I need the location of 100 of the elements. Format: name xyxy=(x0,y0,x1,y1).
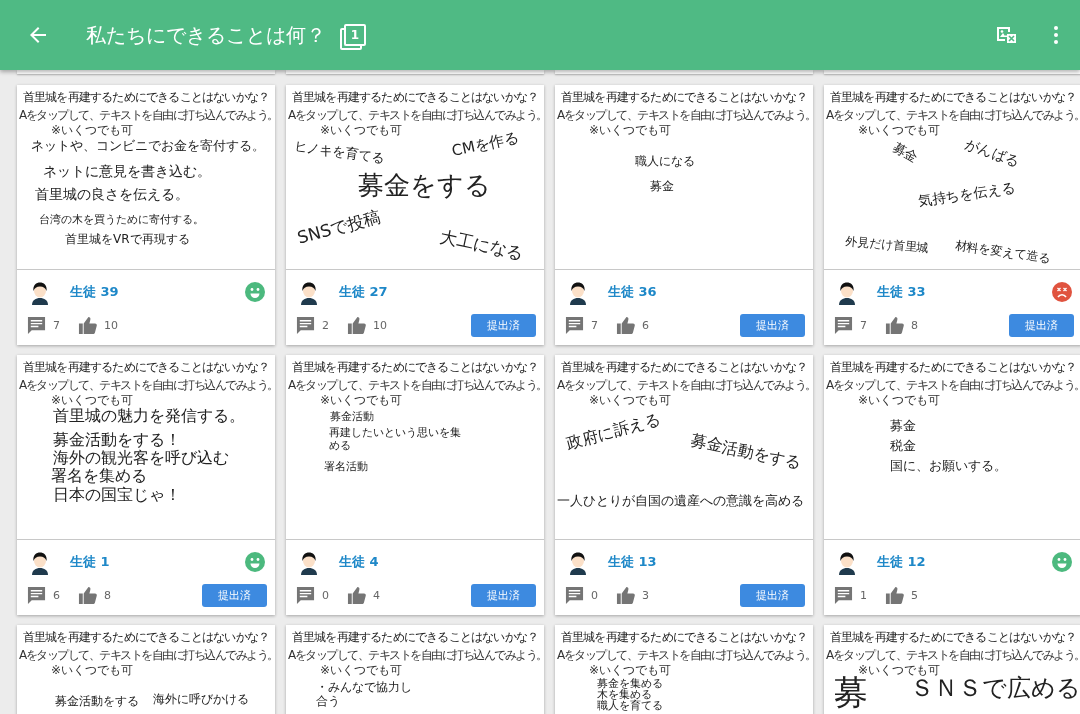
answer-text: ヒノキを育てる xyxy=(292,139,386,167)
answer-text: 募金 xyxy=(890,419,916,434)
answer-card[interactable]: 首里城を再建するためにできることはないかな？ Aをタップして、テキストを自由に打ち込んでみよう。 ※いくつでも可 首里城の魅力を発信する。 募金活動をする！ 海外の観光客を呼び込む 署名を集める 日本の国宝じゃ！ 生徒 1 6 8 提出済 xyxy=(17,355,275,615)
answer-card[interactable]: 首里城を再建するためにできることはないかな？ Aをタップして、テキストを自由に打ち込んでみよう。 ※いくつでも可 ネットや、コンビニでお金を寄付する。 ネットに意見を書き込む。 首里城の良さを伝える。 台湾の木を買うために寄付する。 首里城をVRで再現する 生徒 39 7 10 xyxy=(17,85,275,345)
prompt-text: 首里城を再建するためにできることはないかな？ xyxy=(21,629,271,646)
comment-count: 0 xyxy=(591,588,598,602)
thumbs-up-icon[interactable] xyxy=(885,585,904,605)
instruction-text: Aをタップして、テキストを自由に打ち込んでみよう。 xyxy=(557,107,813,124)
like-count: 10 xyxy=(104,318,118,332)
answer-text: 首里城の魅力を発信する。 xyxy=(53,407,245,426)
like-count: 5 xyxy=(911,588,918,602)
comment-count: 2 xyxy=(322,318,329,332)
submitted-button[interactable]: 提出済 xyxy=(471,583,536,607)
prompt-text: 首里城を再建するためにできることはないかな？ xyxy=(828,629,1078,646)
answer-card[interactable]: 首里城を再建するためにできることはないかな？ Aをタップして、テキストを自由に打ち込んでみよう。 ※いくつでも可 募金 税金 国に、お願いする。 生徒 12 1 5 xyxy=(824,355,1080,615)
answer-text: 気持ちを伝える xyxy=(916,179,1017,209)
answer-text: ・みんなで協力し合う xyxy=(316,681,413,709)
thumbs-up-icon[interactable] xyxy=(616,315,635,335)
student-name[interactable]: 生徒 13 xyxy=(608,553,657,571)
prompt-text: 首里城を再建するためにできることはないかな？ xyxy=(559,629,809,646)
answer-text: 税金 xyxy=(890,439,916,454)
thumbs-up-icon[interactable] xyxy=(78,585,97,605)
prompt-text: 首里城を再建するためにできることはないかな？ xyxy=(290,629,540,646)
note-text: ※いくつでも可 xyxy=(858,122,941,139)
note-text: ※いくつでも可 xyxy=(320,122,403,139)
answer-card[interactable]: 首里城を再建するためにできることはないかな？ Aをタップして、テキストを自由に打ち込んでみよう。 ※いくつでも可 募金活動 再建したいという思いを集める 署名活動 生徒 4 0 4 提出済 xyxy=(286,355,544,615)
student-name[interactable]: 生徒 12 xyxy=(877,553,926,571)
thumbs-up-icon[interactable] xyxy=(616,585,635,605)
instruction-text: Aをタップして、テキストを自由に打ち込んでみよう。 xyxy=(826,647,1080,664)
comment-count: 7 xyxy=(53,318,60,332)
answer-text: 職人を育てる xyxy=(597,700,663,713)
comment-icon[interactable] xyxy=(296,315,315,335)
answer-text: 海外に呼びかける xyxy=(153,693,249,707)
student-name[interactable]: 生徒 36 xyxy=(608,283,657,301)
answer-text: 募金活動をする xyxy=(55,695,139,709)
answer-card[interactable]: 首里城を再建するためにできることはないかな？ Aをタップして、テキストを自由に打ち込んでみよう。 ※いくつでも可 募金 がんばる 気持ちを伝える 外見だけ首里城 材料を変えて造る 生徒 33 7 8 提出済 xyxy=(824,85,1080,345)
thumbs-up-icon[interactable] xyxy=(885,315,904,335)
comment-icon[interactable] xyxy=(834,315,853,335)
answer-text: 政府に訴える xyxy=(564,410,663,454)
like-count: 3 xyxy=(642,588,649,602)
answer-card[interactable]: 首里城を再建するためにできることはないかな？ Aをタップして、テキストを自由に打ち込んでみよう。 ※いくつでも可 職人になる 募金 生徒 36 7 6 提出済 xyxy=(555,85,813,345)
submitted-button[interactable]: 提出済 xyxy=(740,313,805,337)
answer-text: 海外の観光客を呼び込む xyxy=(53,449,229,468)
submitted-button[interactable]: 提出済 xyxy=(740,583,805,607)
note-text: ※いくつでも可 xyxy=(51,662,134,679)
answer-text: 募金 xyxy=(890,140,921,166)
prompt-text: 首里城を再建するためにできることはないかな？ xyxy=(559,89,809,106)
answer-text: SNSで投稿 xyxy=(295,207,383,249)
answer-card[interactable]: 首里城を再建するためにできることはないかな？ Aをタップして、テキストを自由に打ち込んでみよう。 ※いくつでも可 政府に訴える 募金活動をする 一人ひとりが自国の遺産への意識を高める 生徒 13 0 3 提出済 xyxy=(555,355,813,615)
prompt-text: 首里城を再建するためにできることはないかな？ xyxy=(21,89,271,106)
thumbs-up-icon[interactable] xyxy=(347,585,366,605)
student-name[interactable]: 生徒 33 xyxy=(877,283,926,301)
comment-count: 6 xyxy=(53,588,60,602)
prompt-text: 首里城を再建するためにできることはないかな？ xyxy=(290,89,540,106)
like-count: 6 xyxy=(642,318,649,332)
prompt-text: 首里城を再建するためにできることはないかな？ xyxy=(21,359,271,376)
student-name[interactable]: 生徒 4 xyxy=(339,553,379,571)
answer-card[interactable]: 首里城を再建するためにできることはないかな？ Aをタップして、テキストを自由に打ち込んでみよう。 ※いくつでも可 ・みんなで協力し合う xyxy=(286,625,544,714)
answer-text: 国に、お願いする。 xyxy=(890,459,1007,474)
answer-card[interactable]: 首里城を再建するためにできることはないかな？ Aをタップして、テキストを自由に打ち込んでみよう。 ※いくつでも可 ヒノキを育てる CMを作る 募金をする SNSで投稿 大工になる 生徒 27 2 10 提出済 xyxy=(286,85,544,345)
answer-text: CMを作る xyxy=(450,128,521,161)
note-text: ※いくつでも可 xyxy=(320,662,403,679)
submitted-button[interactable]: 提出済 xyxy=(1009,313,1074,337)
comment-count: 7 xyxy=(860,318,867,332)
answer-text: 再建したいという思いを集める xyxy=(329,427,462,453)
answer-card[interactable]: 首里城を再建するためにできることはないかな？ Aをタップして、テキストを自由に打ち込んでみよう。 ※いくつでも可 募金を集める 木を集める 職人を育てる xyxy=(555,625,813,714)
student-name[interactable]: 生徒 39 xyxy=(70,283,119,301)
note-text: ※いくつでも可 xyxy=(589,662,672,678)
comment-count: 7 xyxy=(591,318,598,332)
instruction-text: Aをタップして、テキストを自由に打ち込んでみよう。 xyxy=(826,377,1080,394)
instruction-text: Aをタップして、テキストを自由に打ち込んでみよう。 xyxy=(288,647,544,664)
thumbs-up-icon[interactable] xyxy=(78,315,97,335)
instruction-text: Aをタップして、テキストを自由に打ち込んでみよう。 xyxy=(19,647,275,664)
student-name[interactable]: 生徒 1 xyxy=(70,553,110,571)
note-text: ※いくつでも可 xyxy=(51,392,134,408)
student-name[interactable]: 生徒 27 xyxy=(339,283,388,301)
comment-icon[interactable] xyxy=(27,315,46,335)
comment-icon[interactable] xyxy=(565,585,584,605)
answer-text: ネットや、コンビニでお金を寄付する。 xyxy=(31,139,265,154)
comment-icon[interactable] xyxy=(296,585,315,605)
thumbs-up-icon[interactable] xyxy=(347,315,366,335)
like-count: 8 xyxy=(911,318,918,332)
submitted-button[interactable]: 提出済 xyxy=(471,313,536,337)
answer-text: 台湾の木を買うために寄付する。 xyxy=(39,214,204,227)
submitted-button[interactable]: 提出済 xyxy=(202,583,267,607)
answer-text: 大工になる xyxy=(437,227,526,264)
prompt-text: 首里城を再建するためにできることはないかな？ xyxy=(559,359,809,376)
answer-text: 募金活動 xyxy=(330,411,374,424)
note-text: ※いくつでも可 xyxy=(320,392,403,409)
comment-icon[interactable] xyxy=(565,315,584,335)
answer-card[interactable]: 首里城を再建するためにできることはないかな？ Aをタップして、テキストを自由に打ち込んでみよう。 ※いくつでも可 募金活動をする 海外に呼びかける xyxy=(17,625,275,714)
comment-icon[interactable] xyxy=(834,585,853,605)
note-text: ※いくつでも可 xyxy=(589,392,672,409)
instruction-text: Aをタップして、テキストを自由に打ち込んでみよう。 xyxy=(19,107,275,124)
instruction-text: Aをタップして、テキストを自由に打ち込んでみよう。 xyxy=(826,107,1080,124)
note-text: ※いくつでも可 xyxy=(51,122,134,139)
note-text: ※いくつでも可 xyxy=(858,392,941,409)
comment-icon[interactable] xyxy=(27,585,46,605)
answer-text: 募金を集める xyxy=(597,678,663,690)
answer-text: ＳＮＳで広める xyxy=(910,675,1080,703)
